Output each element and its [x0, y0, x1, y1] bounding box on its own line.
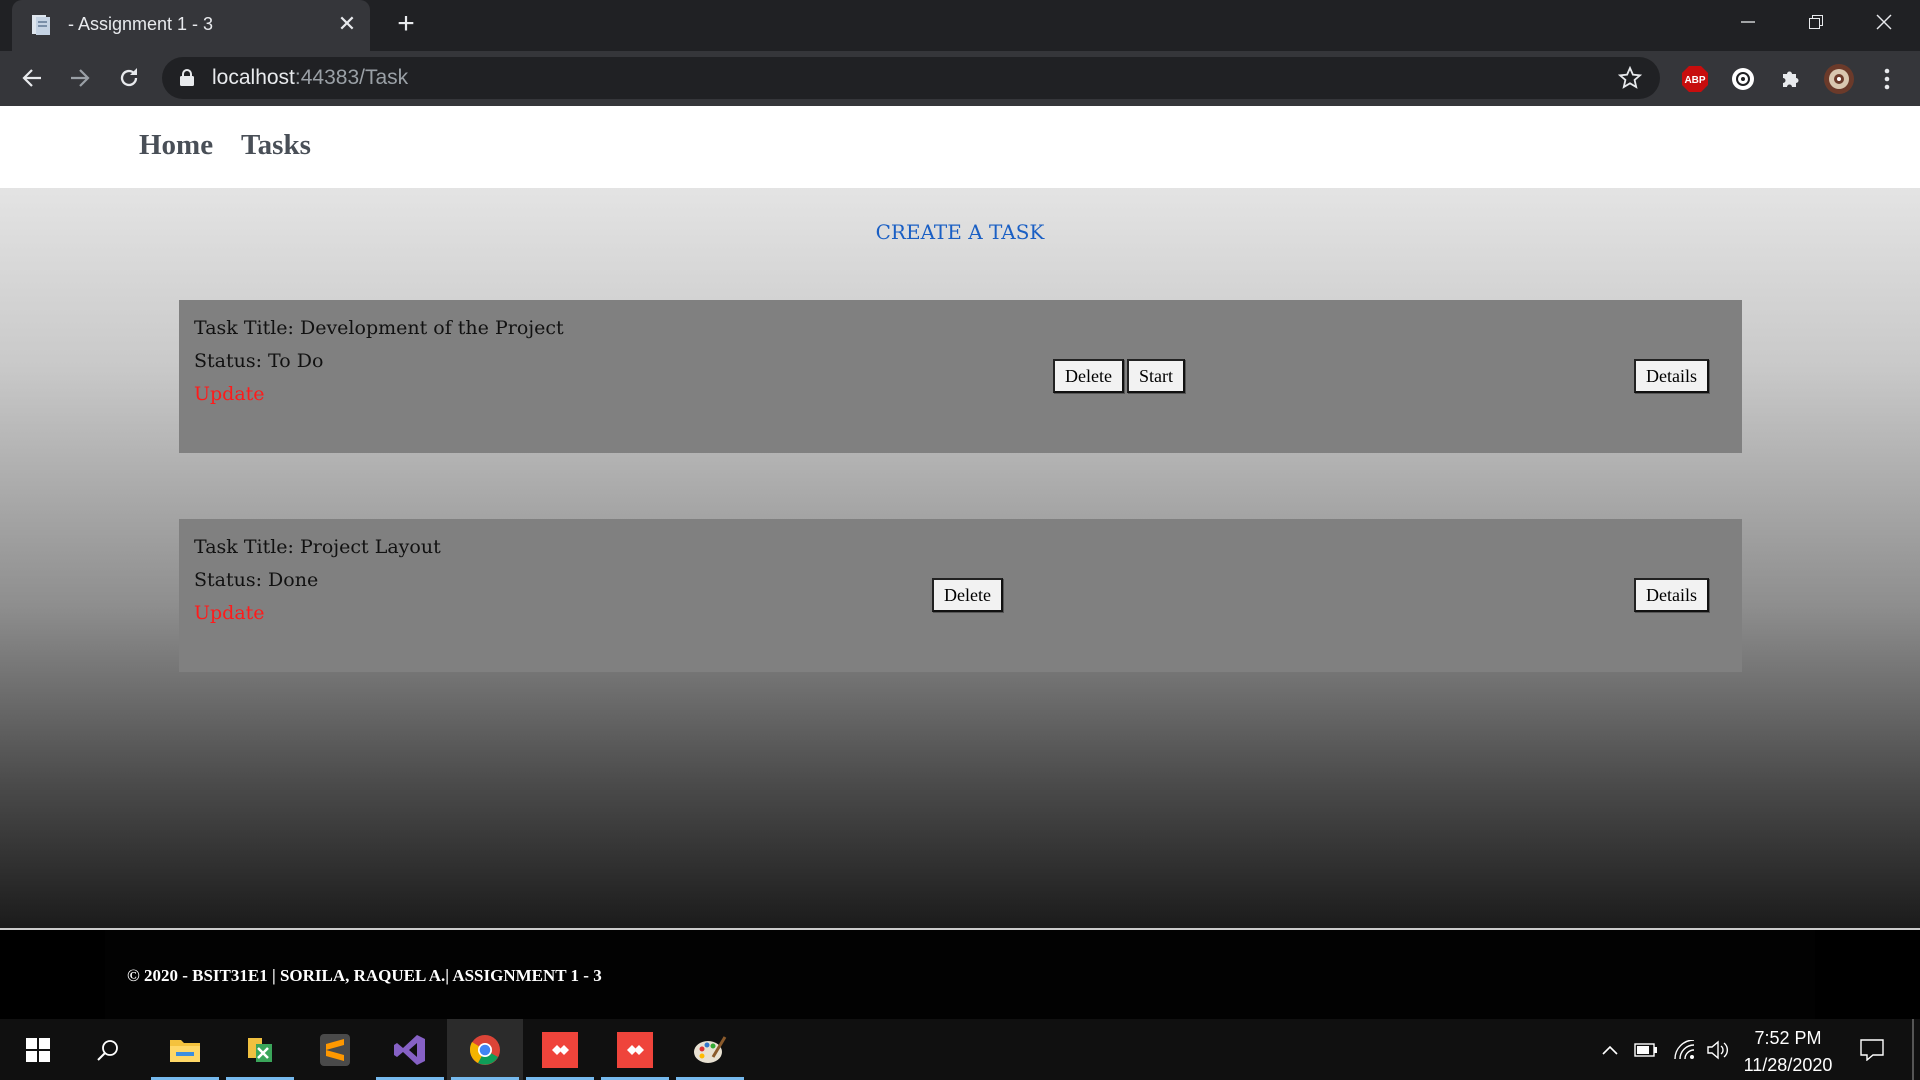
extension-circle-icon[interactable] [1727, 63, 1759, 95]
chrome-menu-icon[interactable] [1871, 63, 1903, 95]
clock-time: 7:52 PM [1754, 1028, 1822, 1048]
volume-icon[interactable] [1702, 1019, 1734, 1080]
address-bar[interactable]: localhost:44383/Task [162, 57, 1660, 99]
chrome-icon[interactable] [447, 1019, 523, 1080]
nav-home-link[interactable]: Home [139, 129, 213, 162]
reload-icon[interactable] [113, 62, 145, 94]
anydesk-icon[interactable] [597, 1019, 673, 1080]
url-path: :44383/Task [294, 66, 409, 89]
details-button[interactable]: Details [1634, 578, 1709, 612]
web-page: Home Tasks CREATE A TASK Task Title: Dev… [0, 106, 1920, 1021]
start-icon[interactable] [0, 1019, 76, 1080]
site-footer: © 2020 - BSIT31E1 | SORILA, RAQUEL A.| A… [0, 928, 1920, 1021]
site-navbar: Home Tasks [0, 106, 1920, 189]
sublime-text-icon[interactable] [297, 1019, 373, 1080]
task-update-link[interactable]: Update [194, 383, 265, 405]
task-status: Status: Done [194, 569, 319, 591]
show-hidden-icons-chevron-icon[interactable] [1596, 1019, 1624, 1080]
start-button[interactable]: Start [1127, 359, 1185, 393]
task-update-link[interactable]: Update [194, 602, 265, 624]
visual-studio-icon[interactable] [372, 1019, 448, 1080]
abp-label: ABP [1684, 75, 1705, 86]
adblock-plus-icon[interactable]: ABP [1679, 63, 1711, 95]
show-desktop-button[interactable] [1912, 1019, 1914, 1080]
sql-tool-icon[interactable] [222, 1019, 298, 1080]
anydesk-icon[interactable] [522, 1019, 598, 1080]
file-explorer-icon[interactable] [147, 1019, 223, 1080]
minimize-icon[interactable] [1714, 0, 1782, 44]
forward-icon[interactable] [64, 62, 96, 94]
delete-button[interactable]: Delete [1053, 359, 1124, 393]
browser-toolbar: localhost:44383/Task ABP [0, 51, 1920, 107]
lock-icon[interactable] [180, 69, 194, 91]
clock-date: 11/28/2020 [1743, 1055, 1833, 1075]
new-tab-icon[interactable]: + [392, 9, 420, 39]
footer-copyright: © 2020 - BSIT31E1 | SORILA, RAQUEL A.| A… [127, 966, 602, 985]
create-task-link: CREATE A TASK [0, 220, 1920, 244]
system-clock[interactable]: 7:52 PM 11/28/2020 [1738, 1025, 1838, 1079]
delete-button[interactable]: Delete [932, 578, 1003, 612]
task-title: Task Title: Project Layout [194, 536, 441, 558]
battery-icon[interactable] [1630, 1019, 1662, 1080]
profile-avatar-icon[interactable] [1823, 63, 1855, 95]
task-card: Task Title: Development of the Project S… [179, 300, 1742, 453]
windows-taskbar: 7:52 PM 11/28/2020 [0, 1019, 1920, 1080]
url-text[interactable]: localhost:44383/Task [212, 66, 408, 90]
extensions-puzzle-icon[interactable] [1775, 63, 1807, 95]
bookmark-star-icon[interactable] [1617, 65, 1643, 95]
paint-icon[interactable] [672, 1019, 748, 1080]
back-icon[interactable] [16, 62, 48, 94]
restore-icon[interactable] [1782, 0, 1850, 44]
page-favicon-icon [29, 13, 53, 37]
action-center-icon[interactable] [1852, 1019, 1892, 1080]
wifi-icon[interactable] [1668, 1019, 1700, 1080]
tab-title: - Assignment 1 - 3 [68, 14, 214, 34]
browser-tab[interactable]: - Assignment 1 - 3 ✕ [12, 0, 370, 51]
close-tab-icon[interactable]: ✕ [335, 12, 359, 36]
nav-tasks-link[interactable]: Tasks [241, 129, 311, 162]
url-host: localhost [212, 66, 295, 89]
close-window-icon[interactable] [1850, 0, 1918, 44]
task-status: Status: To Do [194, 350, 324, 372]
details-button[interactable]: Details [1634, 359, 1709, 393]
create-task-link-text[interactable]: CREATE A TASK [876, 220, 1045, 244]
footer-container: © 2020 - BSIT31E1 | SORILA, RAQUEL A.| A… [105, 930, 1815, 1021]
task-card: Task Title: Project Layout Status: Done … [179, 519, 1742, 672]
search-icon[interactable] [70, 1019, 146, 1080]
browser-titlebar: - Assignment 1 - 3 ✕ + [0, 0, 1920, 51]
task-title: Task Title: Development of the Project [194, 317, 564, 339]
